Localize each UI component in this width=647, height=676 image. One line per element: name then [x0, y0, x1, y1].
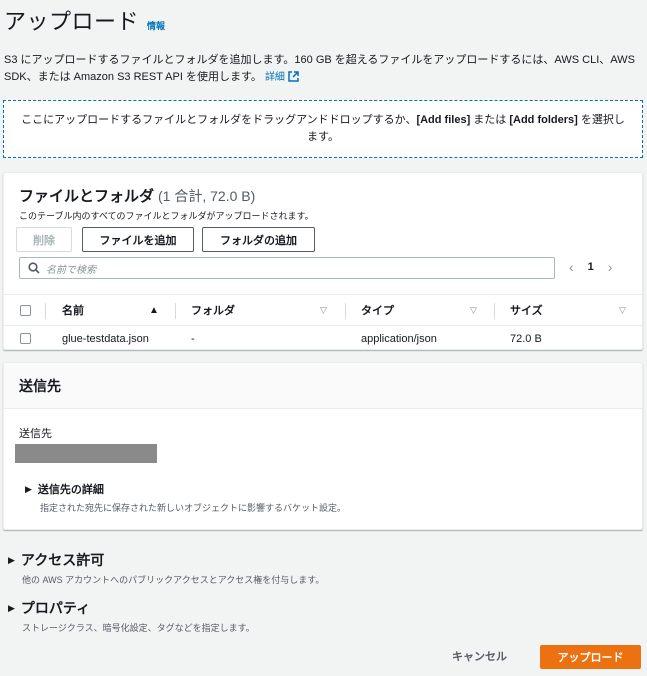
- column-folder-label: フォルダ: [191, 305, 235, 317]
- drop-zone-add-folders: [Add folders]: [509, 114, 578, 126]
- drop-zone-text: ここにアップロードするファイルとフォルダをドラッグアンドドロップするか、[Add…: [16, 112, 630, 146]
- column-divider: [345, 303, 346, 319]
- search-input[interactable]: 名前で検索: [19, 257, 555, 279]
- files-panel-subtitle: このテーブル内のすべてのファイルとフォルダがアップロードされます。: [19, 211, 314, 221]
- description-text: S3 にアップロードするファイルとフォルダを追加します。160 GB を超えるフ…: [4, 54, 635, 83]
- destination-details-expander[interactable]: ▶ 送信先の詳細: [25, 481, 104, 497]
- add-folder-button[interactable]: フォルダの追加: [202, 227, 315, 252]
- drop-zone-add-files: [Add files]: [416, 114, 471, 126]
- details-link-label: 詳細: [264, 72, 285, 83]
- details-link[interactable]: 詳細: [264, 71, 299, 83]
- table-header: 名前 ▲ フォルダ ▽ タイプ ▽ サイズ ▽: [4, 294, 642, 326]
- info-link[interactable]: 情報: [147, 19, 165, 32]
- select-all-checkbox[interactable]: [20, 304, 31, 316]
- row-name: glue-testdata.json: [62, 332, 149, 345]
- delete-button[interactable]: 削除: [16, 227, 72, 252]
- sort-icon[interactable]: ▽: [470, 295, 477, 325]
- destination-details-desc: 指定された宛先に保存された新しいオブジェクトに影響するバケット設定。: [40, 503, 347, 513]
- sort-icon[interactable]: ▽: [619, 295, 626, 325]
- column-name-label: 名前: [62, 305, 84, 317]
- column-folder-header[interactable]: フォルダ: [191, 295, 235, 325]
- cancel-button[interactable]: キャンセル: [452, 648, 507, 664]
- destination-label: 送信先: [19, 428, 52, 440]
- page-number[interactable]: 1: [588, 261, 594, 273]
- files-count: (1 合計, 72.0 B): [158, 188, 256, 204]
- column-divider: [45, 303, 46, 319]
- column-size-header[interactable]: サイズ: [510, 295, 543, 325]
- redacted-destination-value: [15, 444, 157, 463]
- column-type-label: タイプ: [361, 305, 394, 317]
- destination-panel: 送信先 送信先 ▶ 送信先の詳細 指定された宛先に保存された新しいオブジェクトに…: [3, 362, 643, 530]
- properties-expander[interactable]: ▶ プロパティ: [8, 598, 90, 618]
- row-checkbox-cell: [20, 326, 31, 351]
- destination-header: 送信先: [4, 363, 642, 409]
- permissions-desc: 他の AWS アカウントへのパブリックアクセスとアクセス権を付与します。: [22, 575, 325, 585]
- drop-zone-text-before: ここにアップロードするファイルとフォルダをドラッグアンドドロップするか、: [21, 114, 417, 126]
- caret-right-icon: ▶: [8, 554, 15, 565]
- row-type: application/json: [361, 332, 437, 345]
- row-checkbox[interactable]: [20, 333, 31, 344]
- external-link-icon: [288, 71, 299, 82]
- row-folder: -: [191, 332, 195, 345]
- destination-title: 送信先: [19, 377, 61, 394]
- properties-title: プロパティ: [20, 600, 91, 616]
- row-size: 72.0 B: [510, 332, 542, 345]
- drop-zone[interactable]: ここにアップロードするファイルとフォルダをドラッグアンドドロップするか、[Add…: [3, 100, 643, 158]
- column-divider: [175, 303, 176, 319]
- column-size-label: サイズ: [510, 305, 543, 317]
- search-icon: [28, 262, 40, 274]
- destination-details-title: 送信先の詳細: [37, 484, 104, 496]
- files-panel-title: ファイルとフォルダ: [19, 188, 155, 205]
- sort-ascending-icon[interactable]: ▲: [149, 295, 159, 325]
- column-type-header[interactable]: タイプ: [361, 295, 394, 325]
- page-header: アップロード 情報: [4, 4, 165, 36]
- prev-page-icon[interactable]: ‹: [569, 259, 574, 275]
- sort-icon[interactable]: ▽: [320, 295, 327, 325]
- permissions-title: アクセス許可: [20, 552, 105, 568]
- permissions-expander[interactable]: ▶ アクセス許可: [8, 550, 104, 570]
- select-all-cell: [20, 295, 31, 325]
- column-divider: [494, 303, 495, 319]
- column-name-header[interactable]: 名前: [62, 295, 84, 325]
- search-placeholder: 名前で検索: [46, 264, 96, 276]
- drop-zone-middle: または: [470, 114, 510, 126]
- properties-desc: ストレージクラス、暗号化設定、タグなどを指定します。: [22, 623, 255, 633]
- add-files-button[interactable]: ファイルを追加: [82, 227, 194, 252]
- page-description: S3 にアップロードするファイルとフォルダを追加します。160 GB を超えるフ…: [4, 52, 644, 86]
- page-title: アップロード: [4, 9, 140, 34]
- files-panel-header: ファイルとフォルダ (1 合計, 72.0 B): [19, 185, 255, 206]
- table-row[interactable]: glue-testdata.json - application/json 72…: [4, 326, 642, 351]
- files-panel: ファイルとフォルダ (1 合計, 72.0 B) このテーブル内のすべてのファイ…: [3, 172, 643, 350]
- caret-right-icon: ▶: [8, 602, 15, 613]
- caret-right-icon: ▶: [25, 483, 32, 494]
- upload-button[interactable]: アップロード: [540, 645, 641, 669]
- pagination: ‹ 1 ›: [569, 259, 612, 275]
- next-page-icon[interactable]: ›: [608, 259, 613, 275]
